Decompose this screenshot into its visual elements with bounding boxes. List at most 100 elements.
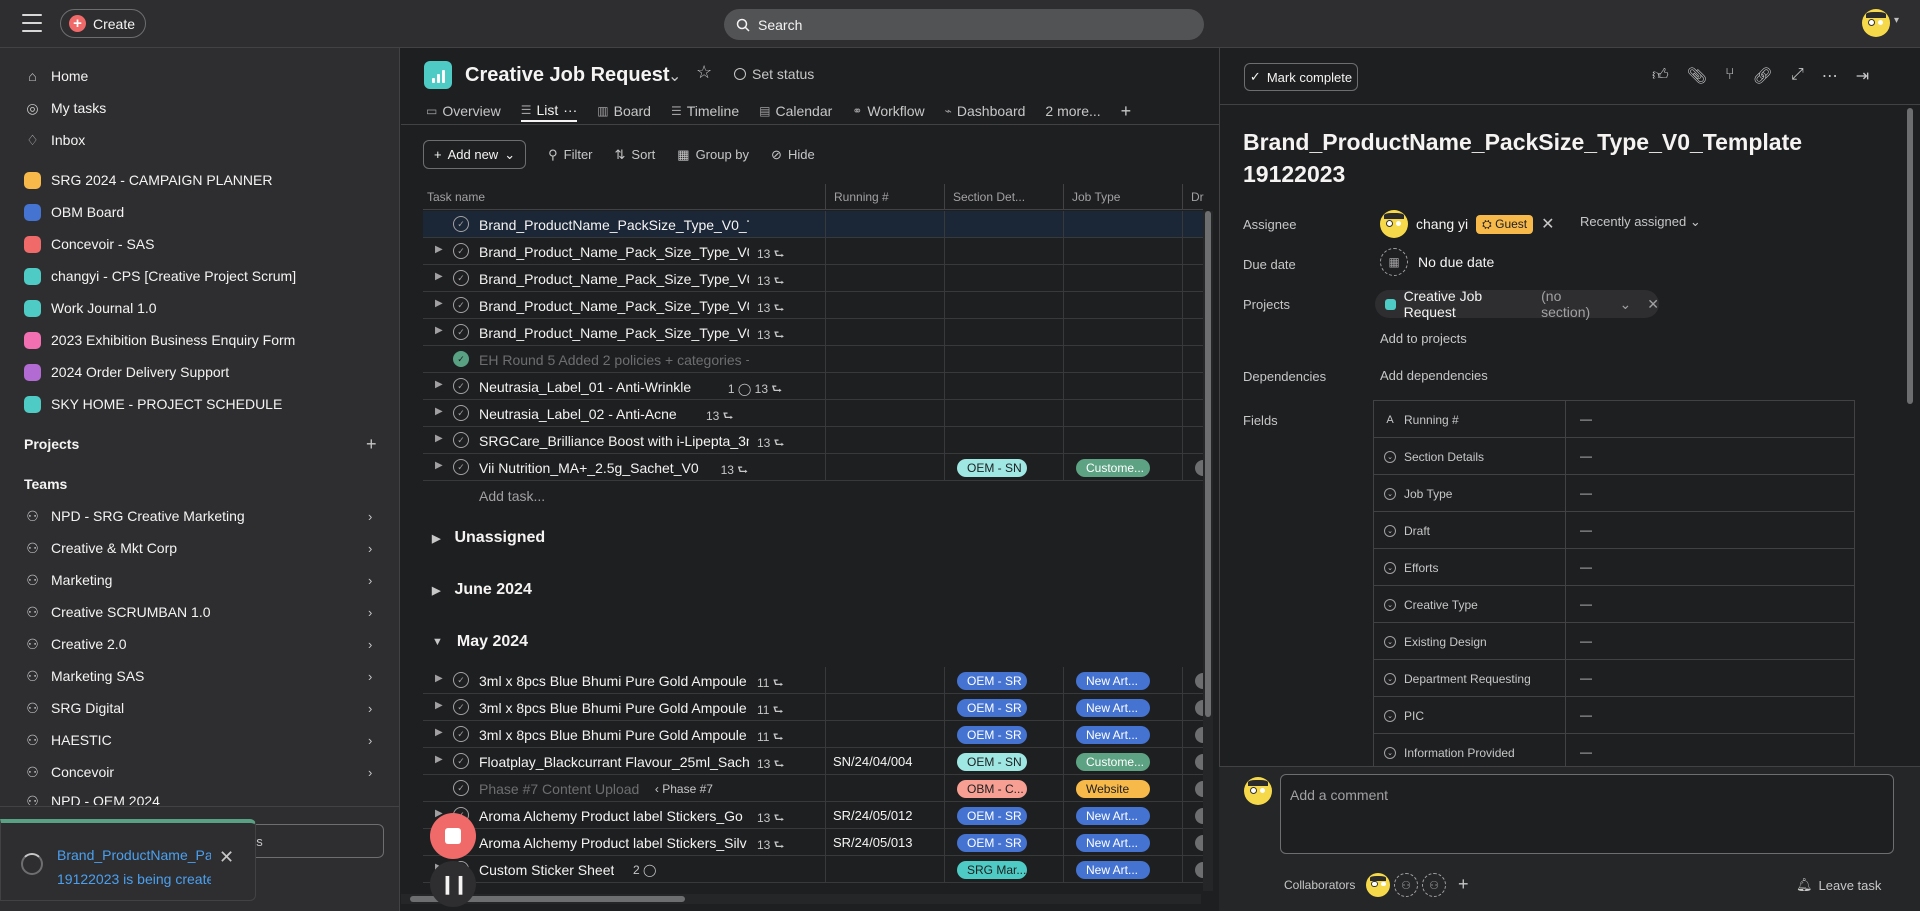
custom-field-row[interactable]: ⌄ Section Details — bbox=[1374, 438, 1854, 475]
link-icon[interactable]: 🔗︎ bbox=[1753, 66, 1773, 86]
job-type-pill[interactable]: New Art... bbox=[1076, 726, 1150, 744]
section-pill[interactable]: OBM - C... bbox=[957, 780, 1027, 798]
job-type-pill[interactable]: New Art... bbox=[1076, 861, 1150, 879]
more-icon[interactable]: ⋯ bbox=[1822, 66, 1838, 86]
table-row[interactable]: ▶ ✓ Vii Nutrition_MA+_2.5g_Sachet_V0 13 ⮑ OE… bbox=[423, 454, 1209, 481]
expand-subtasks-icon[interactable]: ▶ bbox=[435, 673, 443, 684]
complete-checkbox-icon[interactable]: ✓ bbox=[453, 753, 469, 769]
column-header-draft[interactable]: Dr bbox=[1191, 190, 1204, 204]
complete-checkbox-icon[interactable]: ✓ bbox=[453, 216, 469, 232]
create-button[interactable]: + Create bbox=[60, 9, 146, 38]
chevron-right-icon[interactable]: › bbox=[368, 669, 372, 684]
sidebar-team[interactable]: ⚇ Creative SCRUMBAN 1.0 bbox=[24, 601, 210, 623]
add-tab-icon[interactable]: + bbox=[1121, 100, 1132, 122]
attachment-icon[interactable]: 📎︎ bbox=[1687, 66, 1707, 86]
hide-button[interactable]: ⊘ Hide bbox=[771, 147, 815, 163]
expand-subtasks-icon[interactable]: ▶ bbox=[435, 325, 443, 336]
star-icon[interactable]: ☆ bbox=[696, 62, 712, 83]
table-row[interactable]: ▶ ✓ Neutrasia_Label_01 - Anti-Wrinkle 1 ◯ 1… bbox=[423, 373, 1203, 400]
job-type-pill[interactable]: New Art... bbox=[1076, 699, 1150, 717]
expand-subtasks-icon[interactable]: ▶ bbox=[435, 298, 443, 309]
expand-subtasks-icon[interactable]: ▶ bbox=[435, 754, 443, 765]
add-collaborator-icon[interactable]: ⚇ bbox=[1422, 873, 1446, 897]
sidebar-item-my-tasks[interactable]: ◎ My tasks bbox=[24, 97, 106, 119]
complete-checkbox-icon[interactable]: ✓ bbox=[453, 459, 469, 475]
task-name[interactable]: Aroma Alchemy Product label Stickers_Sil… bbox=[479, 835, 747, 851]
sidebar-team[interactable]: ⚇ NPD - OEM 2024 bbox=[24, 793, 160, 805]
sidebar-team[interactable]: ⚇ Marketing SAS bbox=[24, 665, 144, 687]
remove-project-icon[interactable]: ✕ bbox=[1647, 296, 1659, 313]
task-name[interactable]: SRGCare_Brilliance Boost with i-Lipepta_… bbox=[479, 433, 749, 449]
expand-subtasks-icon[interactable]: ▶ bbox=[435, 460, 443, 471]
job-type-pill[interactable]: New Art... bbox=[1076, 834, 1150, 852]
tab-more[interactable]: 2 more... bbox=[1045, 100, 1100, 122]
section-pill[interactable]: OEM - SR bbox=[957, 807, 1027, 825]
section-pill[interactable]: OEM - SN bbox=[957, 753, 1027, 771]
expand-subtasks-icon[interactable]: ▶ bbox=[435, 379, 443, 390]
task-name[interactable]: Neutrasia_Label_02 - Anti-Acne bbox=[479, 406, 677, 422]
table-row[interactable]: ✓ Phase #7 Content Upload ‹ Phase #7 OBM - … bbox=[423, 775, 1209, 802]
comment-input[interactable]: Add a comment bbox=[1280, 774, 1894, 854]
task-name[interactable]: 3ml x 8pcs Blue Bhumi Pure Gold Ampoule bbox=[479, 727, 747, 743]
section-pill[interactable]: OEM - SR bbox=[957, 699, 1027, 717]
complete-checkbox-icon[interactable]: ✓ bbox=[453, 270, 469, 286]
table-row[interactable]: ▶✓Aroma Alchemy Product label Stickers_S… bbox=[423, 829, 1209, 856]
table-row[interactable]: ▶ ✓ Brand_Product_Name_Pack_Size_Type_V0_ 1… bbox=[423, 238, 1203, 265]
remove-assignee-icon[interactable]: ✕ bbox=[1541, 214, 1554, 234]
assignee-field[interactable]: chang yi ⛭ Guest ✕ bbox=[1380, 210, 1555, 238]
sidebar-team[interactable]: ⚇ NPD - SRG Creative Marketing bbox=[24, 505, 245, 527]
tab-list[interactable]: ☰ List ··· bbox=[520, 100, 578, 122]
add-collaborator-icon[interactable]: ⚇ bbox=[1394, 873, 1418, 897]
complete-checkbox-icon[interactable]: ✓ bbox=[453, 432, 469, 448]
custom-field-value[interactable]: — bbox=[1580, 560, 1592, 574]
task-name[interactable]: Brand_Product_Name_Pack_Size_Type_V0_ bbox=[479, 298, 749, 314]
custom-field-row[interactable]: A Running # — bbox=[1374, 401, 1854, 438]
like-icon[interactable]: 👍︎ bbox=[1652, 66, 1669, 86]
chevron-right-icon[interactable]: › bbox=[368, 733, 372, 748]
table-row[interactable]: ▶ ✓ Brand_Product_Name_Pack_Size_Type_V0_ 1… bbox=[423, 265, 1203, 292]
task-name[interactable]: Floatplay_Blackcurrant Flavour_25ml_Sach… bbox=[479, 754, 749, 770]
job-type-pill[interactable]: Custome... bbox=[1076, 753, 1150, 771]
task-name[interactable]: 3ml x 8pcs Blue Bhumi Pure Gold Ampoule bbox=[479, 700, 747, 716]
section-may-2024[interactable]: ▼ May 2024 bbox=[432, 633, 528, 651]
complete-checkbox-icon[interactable]: ✓ bbox=[453, 324, 469, 340]
expand-subtasks-icon[interactable]: ▶ bbox=[435, 406, 443, 417]
custom-field-value[interactable]: — bbox=[1580, 597, 1592, 611]
stop-recording-button[interactable] bbox=[430, 813, 476, 859]
add-dependencies-button[interactable]: Add dependencies bbox=[1380, 368, 1488, 383]
sidebar-team[interactable]: ⚇ Marketing bbox=[24, 569, 112, 591]
chevron-down-icon[interactable]: ▾ bbox=[1894, 15, 1899, 26]
user-avatar[interactable] bbox=[1862, 9, 1890, 37]
set-status-button[interactable]: Set status bbox=[734, 66, 814, 82]
tab-overview[interactable]: ▭ Overview bbox=[426, 100, 501, 122]
pause-button[interactable]: ❙❙ bbox=[430, 861, 476, 907]
complete-checkbox-icon[interactable]: ✓ bbox=[453, 378, 469, 394]
column-header-section[interactable]: Section Det... bbox=[953, 190, 1025, 204]
sidebar-team[interactable]: ⚇ HAESTIC bbox=[24, 729, 111, 751]
expand-subtasks-icon[interactable]: ▶ bbox=[435, 271, 443, 282]
table-row[interactable]: ▶ ✓ SRGCare_Brilliance Boost with i-Lipept… bbox=[423, 427, 1203, 454]
mark-complete-button[interactable]: ✓ Mark complete bbox=[1244, 63, 1358, 91]
complete-checkbox-icon[interactable]: ✓ bbox=[453, 243, 469, 259]
table-row[interactable]: ✓ Brand_ProductName_PackSize_Type_V0_Temp… bbox=[423, 211, 1203, 238]
table-row[interactable]: ▶ ✓ 3ml x 8pcs Blue Bhumi Pure Gold Ampoul… bbox=[423, 694, 1209, 721]
section-pill[interactable]: SRG Mar... bbox=[957, 861, 1027, 879]
custom-field-value[interactable]: — bbox=[1580, 449, 1592, 463]
custom-field-value[interactable]: — bbox=[1580, 671, 1592, 685]
complete-checkbox-icon[interactable]: ✓ bbox=[453, 405, 469, 421]
table-row[interactable]: ▶ ✓ Brand_Product_Name_Pack_Size_Type_V0_ 1… bbox=[423, 292, 1203, 319]
complete-checkbox-icon[interactable]: ✓ bbox=[453, 672, 469, 688]
list-horizontal-scrollbar[interactable] bbox=[401, 894, 1201, 904]
sidebar-favorite[interactable]: changyi - CPS [Creative Project Scrum] bbox=[24, 265, 296, 287]
task-name[interactable]: Brand_Product_Name_Pack_Size_Type_V0_ bbox=[479, 271, 749, 287]
custom-field-row[interactable]: ⌄ Creative Type — bbox=[1374, 586, 1854, 623]
task-name[interactable]: 3ml x 8pcs Blue Bhumi Pure Gold Ampoule bbox=[479, 673, 747, 689]
task-name[interactable]: EH Round 5 Added 2 policies + categories… bbox=[479, 352, 749, 368]
sidebar-favorite[interactable]: Work Journal 1.0 bbox=[24, 297, 157, 319]
table-row[interactable]: ▶ ✓ Floatplay_Blackcurrant Flavour_25ml_Sa… bbox=[423, 748, 1209, 775]
job-type-pill[interactable]: New Art... bbox=[1076, 807, 1150, 825]
section-pill[interactable]: OEM - SR bbox=[957, 834, 1027, 852]
section-pill[interactable]: OEM - SR bbox=[957, 726, 1027, 744]
section-unassigned[interactable]: ▶ Unassigned bbox=[432, 529, 545, 547]
task-title[interactable]: Brand_ProductName_PackSize_Type_V0_Templ… bbox=[1243, 126, 1803, 190]
